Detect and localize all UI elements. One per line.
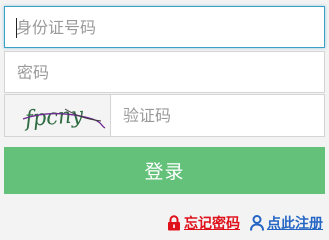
id-number-input[interactable] bbox=[5, 7, 324, 47]
captcha-input[interactable] bbox=[111, 95, 324, 136]
password-field bbox=[4, 51, 325, 93]
captcha-text: fpcny bbox=[22, 103, 84, 132]
login-form: fpcny 登录 忘记密码 点此注册 bbox=[0, 0, 329, 240]
id-number-field bbox=[4, 6, 325, 48]
captcha-input-wrapper bbox=[111, 95, 324, 136]
text-cursor bbox=[16, 18, 17, 38]
register-link[interactable]: 点此注册 bbox=[250, 213, 323, 233]
forgot-password-label: 忘记密码 bbox=[184, 216, 240, 232]
footer-links: 忘记密码 点此注册 bbox=[167, 213, 323, 233]
captcha-row: fpcny bbox=[4, 94, 325, 137]
lock-icon bbox=[168, 215, 180, 231]
login-button[interactable]: 登录 bbox=[4, 147, 325, 194]
forgot-password-link[interactable]: 忘记密码 bbox=[167, 213, 240, 233]
captcha-graphic: fpcny bbox=[22, 103, 106, 132]
captcha-image[interactable]: fpcny bbox=[5, 95, 111, 136]
register-label: 点此注册 bbox=[267, 216, 323, 232]
user-icon bbox=[250, 215, 264, 231]
password-input[interactable] bbox=[5, 52, 324, 92]
